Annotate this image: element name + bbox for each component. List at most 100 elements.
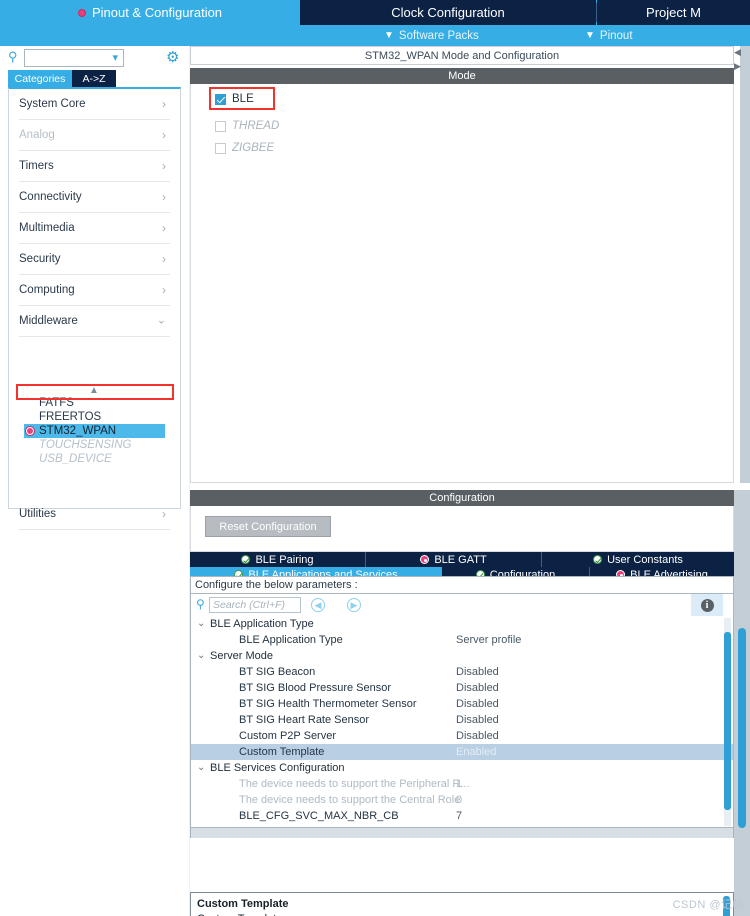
search-input[interactable]: ▾	[24, 49, 124, 67]
checkbox-unchecked-icon[interactable]	[215, 120, 226, 132]
sidebar-item-label: FREERTOS	[39, 411, 102, 423]
chevron-right-icon: ›	[162, 507, 166, 521]
panel-splitter[interactable]	[190, 828, 734, 838]
parameter-search-row: ⚲ Search (Ctrl+F) ◀ ▶ i	[190, 594, 734, 616]
parameter-search-input[interactable]: Search (Ctrl+F)	[209, 597, 301, 613]
info-button[interactable]: i	[691, 594, 723, 616]
tree-row[interactable]: The device needs to support the Central …	[191, 792, 733, 808]
mode-checkbox-ble[interactable]: BLE	[215, 93, 254, 105]
tab-user-constants[interactable]: User Constants	[542, 552, 734, 567]
tree-group-row[interactable]: ⌄ Server Mode	[191, 648, 733, 664]
tree-row[interactable]: BT SIG Health Thermometer Sensor Disable…	[191, 696, 733, 712]
mode-checkbox-thread[interactable]: THREAD	[215, 120, 279, 132]
tree-row-label: BT SIG Beacon	[239, 666, 316, 678]
tab-project-manager-label: Project M	[646, 5, 701, 20]
sidebar-item-timers[interactable]: Timers ›	[19, 151, 170, 182]
tree-row[interactable]: BT SIG Blood Pressure Sensor Disabled	[191, 680, 733, 696]
parameter-description-panel: Custom Template Custom Template Paramete…	[190, 892, 734, 916]
sidebar-item-label: Computing	[19, 284, 75, 296]
sidebar-item-label: Connectivity	[19, 191, 82, 203]
tab-categories-label: Categories	[14, 72, 66, 85]
configuration-tab-row-1: BLE Pairing BLE GATT User Constants	[190, 552, 734, 567]
tab-a-to-z[interactable]: A->Z	[72, 70, 116, 87]
tab-ble-pairing-label: BLE Pairing	[255, 553, 314, 566]
sidebar-item-connectivity[interactable]: Connectivity ›	[19, 182, 170, 213]
tree-row-label: BT SIG Blood Pressure Sensor	[239, 682, 392, 694]
sidebar-item-utilities[interactable]: Utilities ›	[19, 499, 170, 530]
tree-row[interactable]: BLE Application Type Server profile	[191, 632, 733, 648]
chevron-down-icon: ▾	[112, 52, 118, 64]
tree-row-value: Disabled	[456, 698, 499, 710]
mode-band-header: Mode	[190, 68, 734, 84]
status-ok-icon	[593, 555, 603, 564]
chevron-down-icon[interactable]: ⌄	[197, 763, 205, 773]
mode-panel-scroll-rail[interactable]: ◀ ▶	[734, 46, 750, 483]
sidebar-item-analog[interactable]: Analog ›	[19, 120, 170, 151]
mode-checkbox-ble-label: BLE	[232, 93, 254, 105]
tree-group-row[interactable]: ⌄ BLE Services Configuration	[191, 760, 733, 776]
chevron-down-icon[interactable]: ⌄	[197, 619, 205, 629]
tree-row-label: Server Mode	[210, 650, 273, 662]
chevron-right-circle-icon[interactable]: ▶	[347, 598, 361, 612]
chevron-right-icon: ›	[162, 128, 166, 142]
tree-row[interactable]: BT SIG Heart Rate Sensor Disabled	[191, 712, 733, 728]
tree-row[interactable]: Custom P2P Server Disabled	[191, 728, 733, 744]
tab-categories[interactable]: Categories	[8, 70, 72, 87]
sidebar-item-freertos[interactable]: FREERTOS	[39, 410, 180, 424]
scrollbar-thumb[interactable]	[738, 628, 746, 828]
mode-checkbox-zigbee[interactable]: ZIGBEE	[215, 142, 274, 154]
chevron-right-icon: ›	[162, 283, 166, 297]
sidebar-item-middleware[interactable]: Middleware ⌄	[19, 306, 170, 337]
chevron-right-icon: ›	[162, 221, 166, 235]
stm32cubemx-window: Pinout & Configuration Clock Configurati…	[0, 0, 750, 916]
mode-checkbox-zigbee-label: ZIGBEE	[232, 142, 275, 154]
sidebar-item-system-core[interactable]: System Core ›	[19, 89, 170, 120]
subtab-pinout[interactable]: ▼ Pinout	[585, 25, 633, 46]
mode-panel-title: STM32_WPAN Mode and Configuration	[190, 46, 734, 65]
middleware-sublist: ▲ FATFS FREERTOS STM32_WPAN TOUCHSENSING…	[9, 386, 180, 466]
configuration-scroll-rail[interactable]	[734, 490, 750, 916]
sidebar-item-label: Security	[19, 253, 61, 265]
sidebar-item-touchsensing[interactable]: TOUCHSENSING	[39, 438, 180, 452]
sidebar-item-security[interactable]: Security ›	[19, 244, 170, 275]
tab-ble-gatt[interactable]: BLE GATT	[366, 552, 542, 567]
tab-project-manager[interactable]: Project M	[597, 0, 750, 25]
sidebar-view-tabs: Categories A->Z	[8, 70, 189, 87]
main-tab-bar: Pinout & Configuration Clock Configurati…	[0, 0, 750, 25]
tree-row-label: BT SIG Heart Rate Sensor	[239, 714, 370, 726]
chevron-left-circle-icon[interactable]: ◀	[311, 598, 325, 612]
mode-checkbox-thread-label: THREAD	[232, 120, 280, 132]
parameter-tree-scrollbar[interactable]	[724, 618, 731, 826]
scrollbar-thumb[interactable]	[724, 632, 731, 810]
gear-icon[interactable]: ⚙	[166, 50, 181, 65]
subtab-software-packs[interactable]: ▼ Software Packs	[384, 25, 479, 46]
sidebar-item-multimedia[interactable]: Multimedia ›	[19, 213, 170, 244]
tab-pinout-configuration-label: Pinout & Configuration	[91, 5, 223, 20]
sidebar-item-fatfs[interactable]: FATFS	[39, 396, 180, 410]
sidebar-item-computing[interactable]: Computing ›	[19, 275, 170, 306]
reset-configuration-button[interactable]: Reset Configuration	[205, 516, 331, 537]
configuration-band-label: Configuration	[429, 492, 495, 504]
tree-row[interactable]: The device needs to support the Peripher…	[191, 776, 733, 792]
warn-dot-icon	[26, 427, 34, 435]
checkbox-checked-icon[interactable]	[215, 93, 226, 105]
sidebar-item-stm32-wpan[interactable]: STM32_WPAN	[24, 424, 165, 438]
warn-dot-icon	[77, 8, 86, 17]
reset-configuration-label: Reset Configuration	[219, 520, 317, 533]
chevron-right-icon: ›	[162, 190, 166, 204]
collapse-right-icon[interactable]: ▶	[734, 62, 744, 71]
tab-clock-configuration[interactable]: Clock Configuration	[300, 0, 596, 25]
tree-row[interactable]: BT SIG Beacon Disabled	[191, 664, 733, 680]
tab-pinout-configuration[interactable]: Pinout & Configuration	[0, 0, 300, 25]
tab-ble-pairing[interactable]: BLE Pairing	[190, 552, 366, 567]
tree-row-selected[interactable]: Custom Template Enabled	[191, 744, 733, 760]
scroll-up-icon[interactable]: ▲	[87, 386, 101, 396]
checkbox-unchecked-icon[interactable]	[215, 142, 226, 154]
collapse-left-icon[interactable]: ◀	[734, 48, 744, 57]
tree-row[interactable]: BLE_CFG_SVC_MAX_NBR_CB 7	[191, 808, 733, 824]
chevron-down-icon[interactable]: ⌄	[197, 651, 205, 661]
sidebar-item-usb-device[interactable]: USB_DEVICE	[39, 452, 180, 466]
tree-group-row[interactable]: ⌄ BLE Application Type	[191, 616, 733, 632]
description-title: Custom Template	[197, 898, 289, 910]
status-warn-icon	[420, 555, 430, 564]
